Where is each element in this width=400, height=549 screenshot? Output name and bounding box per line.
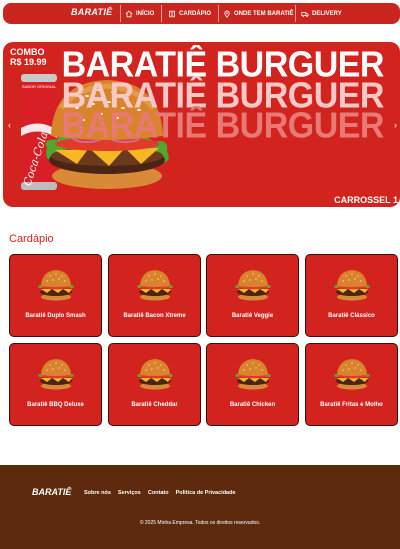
carousel-next-button[interactable]: ›: [394, 120, 397, 130]
product-card[interactable]: Baratiê BBQ Deluxe: [9, 343, 102, 426]
nav-divider: [295, 5, 296, 22]
footer-link-servicos[interactable]: Serviços: [118, 490, 141, 496]
nav-label: ONDE TEM BARATIÊ: [234, 10, 294, 17]
menu-book-icon: [169, 10, 175, 17]
footer-link-privacidade[interactable]: Política de Privacidade: [176, 490, 236, 496]
nav-item-delivery[interactable]: DELIVERY: [301, 3, 342, 24]
product-name: Baratiê Duplo Smash: [25, 313, 86, 319]
product-card[interactable]: Baratiê Duplo Smash: [9, 254, 102, 337]
product-card[interactable]: Baratiê Fritas e Molho: [305, 343, 398, 426]
copyright: © 2025 Minha Empresa. Todos os direitos …: [139, 520, 261, 526]
carousel-prev-button[interactable]: ‹: [8, 120, 11, 130]
footer-brand-logo[interactable]: BARATIÊ: [32, 487, 71, 497]
product-name: Baratiê BBQ Deluxe: [27, 402, 84, 408]
combo-price: R$ 19.99: [10, 57, 47, 67]
nav-divider: [120, 5, 121, 22]
footer-link-sobre[interactable]: Sobre nós: [84, 490, 111, 496]
delivery-icon: [301, 11, 309, 17]
product-name: Baratiê Fritas e Molho: [320, 402, 383, 408]
product-name: Baratiê Bacon Xtreme: [123, 313, 186, 319]
carousel-label: CARROSSEL 1: [334, 195, 398, 205]
product-card[interactable]: Baratiê Veggie: [206, 254, 299, 337]
burger-icon: [137, 270, 173, 301]
nav-divider: [218, 5, 219, 22]
nav-item-inicio[interactable]: INÍCIO: [125, 3, 154, 24]
combo-title: COMBO: [10, 47, 45, 57]
footer-links: Sobre nós Serviços Contato Política de P…: [84, 490, 236, 496]
product-card[interactable]: Baratiê Bacon Xtreme: [108, 254, 201, 337]
home-icon: [125, 10, 133, 17]
nav-item-cardapio[interactable]: CARDÁPIO: [168, 3, 211, 24]
burger-icon: [137, 359, 173, 390]
product-name: Baratiê Veggie: [231, 313, 274, 319]
brand-logo[interactable]: BARATIÊ: [71, 7, 112, 17]
svg-text:SABOR ORIGINAL: SABOR ORIGINAL: [22, 84, 57, 89]
product-name: Baratiê Cheddar: [131, 402, 178, 408]
nav-label: INÍCIO: [136, 10, 155, 17]
product-name: Baratiê Clássico: [328, 313, 375, 319]
product-card[interactable]: Baratiê Clássico: [305, 254, 398, 337]
nav-item-onde-tem[interactable]: ONDE TEM BARATIÊ: [223, 3, 294, 24]
burger-icon: [235, 270, 271, 301]
product-card[interactable]: Baratiê Chicken: [206, 343, 299, 426]
hero-carousel[interactable]: COMBO R$ 19.99 Coca-Cola SABOR ORIGINAL: [3, 42, 400, 207]
product-name: Baratiê Chicken: [229, 402, 276, 408]
burger-icon: [334, 359, 370, 390]
footer: BARATIÊ Sobre nós Serviços Contato Polít…: [0, 465, 400, 549]
burger-icon: [235, 359, 271, 390]
nav-divider: [161, 5, 162, 22]
navbar: BARATIÊ INÍCIO CARDÁPIO ONDE TEM BARATIÊ…: [3, 3, 400, 24]
burger-icon: [38, 359, 74, 390]
burger-icon: [334, 270, 370, 301]
hero-title-echo: BARATIÊ BURGUER: [61, 106, 385, 146]
nav-label: DELIVERY: [312, 10, 342, 17]
burger-icon: [38, 270, 74, 301]
map-pin-icon: [224, 10, 230, 18]
product-card[interactable]: Baratiê Cheddar: [108, 343, 201, 426]
footer-link-contato[interactable]: Contato: [148, 490, 169, 496]
combo-label: COMBO R$ 19.99: [10, 47, 47, 67]
section-title: Cardápio: [9, 233, 54, 245]
nav-label: CARDÁPIO: [179, 10, 212, 17]
